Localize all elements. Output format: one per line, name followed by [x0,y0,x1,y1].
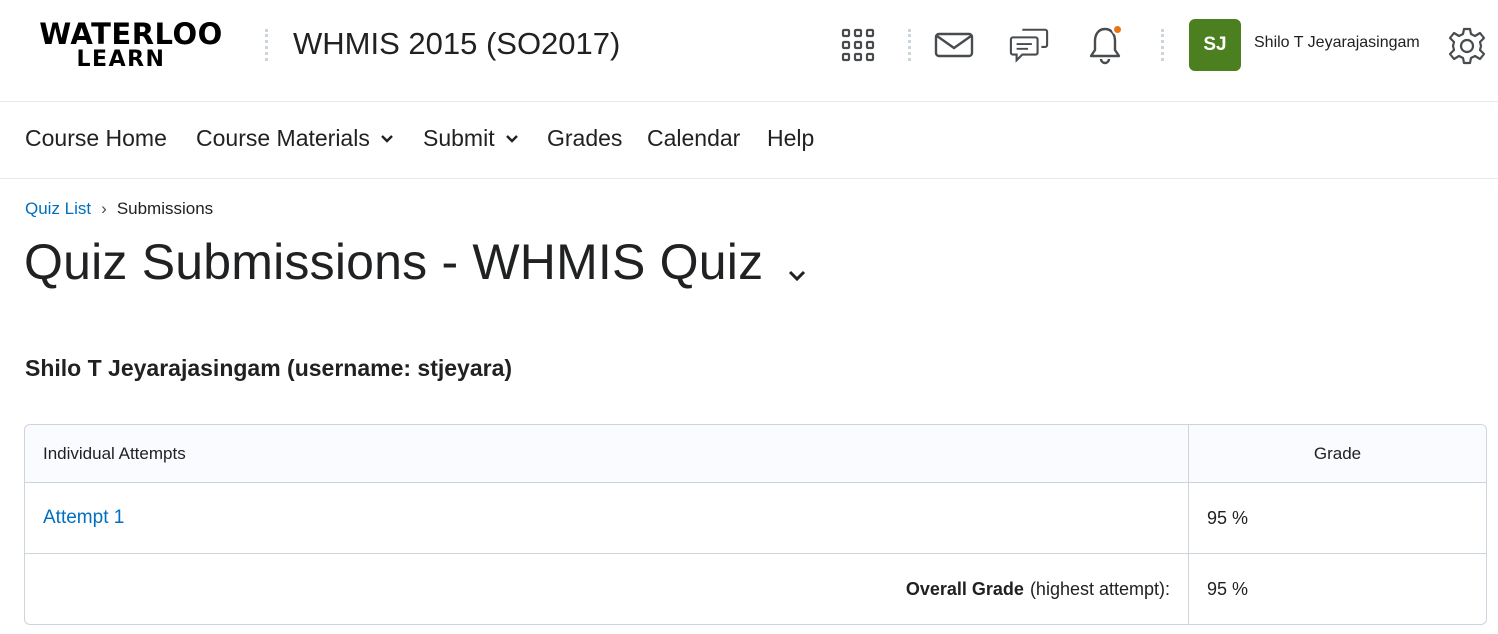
nav-item-label: Course Home [25,125,167,151]
chevron-down-icon [505,134,518,143]
chat-icon[interactable] [1009,24,1049,66]
avatar[interactable]: SJ [1189,19,1241,71]
breadcrumb-current: Submissions [116,199,214,218]
top-header: WATERLOO LEARN WHMIS 2015 (SO2017) SJ Sh… [0,0,1498,102]
mail-icon[interactable] [934,24,974,66]
attempts-table: Individual Attempts Grade Attempt 1 95 %… [24,424,1487,625]
gear-icon[interactable] [1446,25,1488,67]
breadcrumb-separator: › [101,199,107,218]
logo-line-1: WATERLOO [39,17,223,51]
header-divider [908,29,911,61]
nav-submit[interactable]: Submit [423,125,519,152]
logo-line-2: LEARN [76,47,166,72]
user-name[interactable]: Shilo T Jeyarajasingam [1254,34,1420,52]
attempt-grade: 95 % [1207,507,1249,528]
attempt-cell: Attempt 1 [25,483,1189,553]
header-divider [1161,29,1164,61]
chevron-down-icon[interactable] [787,266,807,286]
breadcrumb-quiz-list-link[interactable]: Quiz List [25,199,91,219]
bell-icon[interactable] [1085,24,1125,66]
overall-grade-label: Overall Grade [905,579,1024,599]
nav-course-materials[interactable]: Course Materials [196,125,394,152]
waterloo-learn-logo[interactable]: WATERLOO LEARN [39,19,230,71]
breadcrumb: Quiz List › Submissions [25,199,213,219]
overall-grade-value: 95 % [1207,579,1249,599]
chevron-down-icon [380,134,393,143]
table-row-overall: Overall Grade (highest attempt): 95 % [25,554,1486,624]
overall-grade-note: (highest attempt): [1029,579,1170,599]
nav-item-label: Submit [423,125,495,151]
table-header-row: Individual Attempts Grade [25,425,1486,483]
overall-label-cell: Overall Grade (highest attempt): [25,554,1189,624]
nav-course-home[interactable]: Course Home [25,125,167,152]
nav-calendar[interactable]: Calendar [647,125,740,152]
nav-item-label: Grades [547,125,623,151]
attempt-1-link[interactable]: Attempt 1 [43,507,124,529]
nav-help[interactable]: Help [767,125,814,152]
course-title[interactable]: WHMIS 2015 (SO2017) [293,26,620,62]
column-header-grade: Grade [1313,443,1362,463]
header-divider [265,29,268,61]
waffle-icon[interactable] [838,24,878,66]
nav-grades[interactable]: Grades [547,125,622,152]
user-heading: Shilo T Jeyarajasingam (username: stjeya… [25,355,513,381]
table-row: Attempt 1 95 % [25,483,1486,554]
nav-item-label: Course Materials [196,125,370,151]
nav-item-label: Help [767,125,815,151]
column-header-attempts: Individual Attempts [25,425,1189,482]
notification-dot [1112,24,1123,35]
page-title: Quiz Submissions - WHMIS Quiz [24,234,764,290]
nav-item-label: Calendar [647,125,741,151]
course-navbar: Course Home Course Materials Submit Grad… [0,103,1498,179]
